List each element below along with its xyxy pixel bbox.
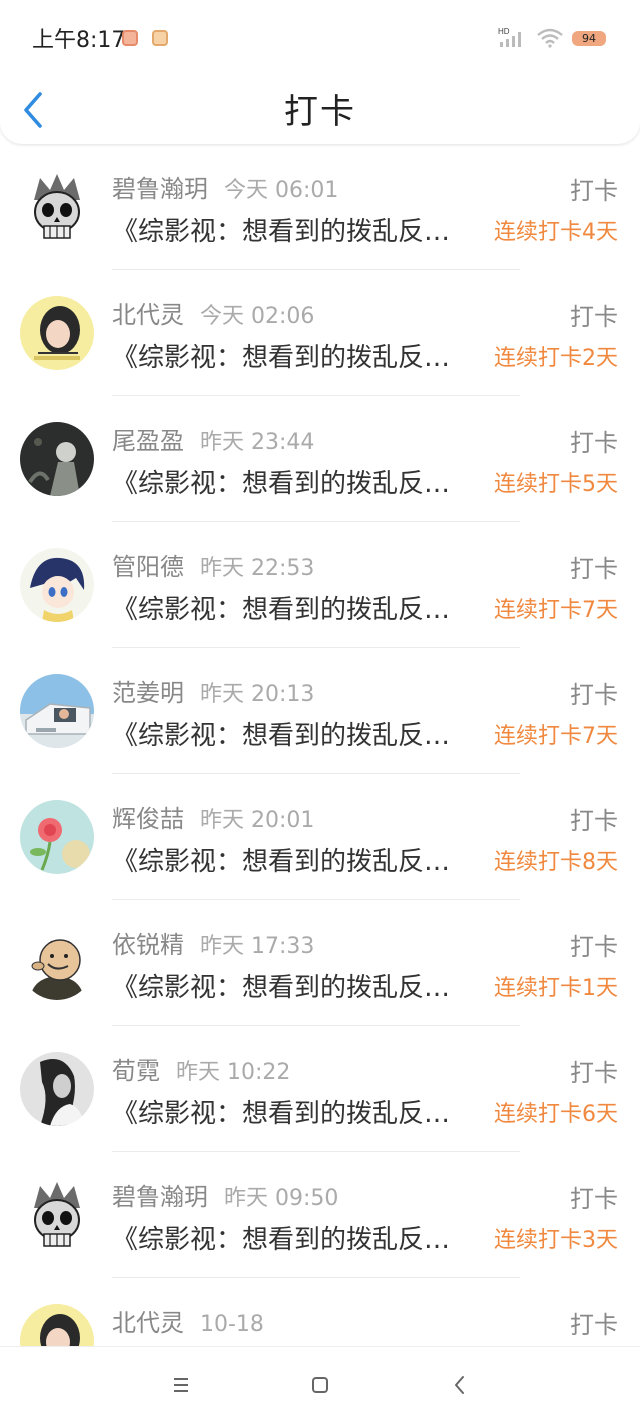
entry-user-name[interactable]: 尾盈盈 昨天 23:44 [112, 421, 314, 456]
entry-tag: 打卡 [570, 177, 618, 205]
avatar[interactable] [20, 674, 94, 748]
entry-user-name[interactable]: 北代灵 10-18 [112, 1303, 264, 1338]
entry-user-name[interactable]: 荀霓 昨天 10:22 [112, 1051, 290, 1086]
avatar[interactable] [20, 1304, 94, 1346]
signal-icon: HD [498, 27, 521, 47]
entry-time: 昨天 20:01 [200, 808, 315, 833]
signal-label: HD [498, 27, 510, 36]
car-avatar-icon [20, 674, 94, 748]
home-icon [312, 1377, 328, 1393]
entry-tag: 打卡 [570, 1059, 618, 1087]
system-nav-bar [0, 1346, 640, 1422]
feed-entry[interactable]: 碧鲁瀚玥 昨天 09:50 打卡 《综影视：想看到的拨乱反正》 连续打卡3天 [0, 1152, 640, 1278]
girl-avatar-icon [20, 296, 94, 370]
status-time: 上午8:17 [32, 28, 126, 53]
wifi-icon [537, 28, 563, 48]
entry-streak: 连续打卡7天 [494, 598, 618, 623]
entry-content: 《综影视：想看到的拨乱反正》 [112, 847, 474, 877]
feed-entry[interactable]: 荀霓 昨天 10:22 打卡 《综影视：想看到的拨乱反正》 连续打卡6天 [0, 1026, 640, 1152]
entry-user-name[interactable]: 碧鲁瀚玥 昨天 09:50 [112, 1177, 338, 1212]
entry-tag: 打卡 [570, 429, 618, 457]
entry-content: 《综影视：想看到的拨乱反正》 [112, 1225, 474, 1255]
entry-user-name[interactable]: 辉俊喆 昨天 20:01 [112, 799, 314, 834]
entry-time: 今天 02:06 [200, 304, 315, 329]
entry-content: 《综影视：想看到的拨乱反正》 [112, 595, 474, 625]
home-button[interactable] [302, 1369, 338, 1401]
status-bar: 上午8:17 HD 94 [0, 0, 640, 76]
entry-user-name[interactable]: 管阳德 昨天 22:53 [112, 547, 314, 582]
entry-user-name[interactable]: 北代灵 今天 02:06 [112, 295, 314, 330]
avatar[interactable] [20, 800, 94, 874]
entry-tag: 打卡 [570, 681, 618, 709]
battery-icon: 94 [572, 31, 606, 46]
entry-tag: 打卡 [570, 807, 618, 835]
skull-avatar-icon [20, 170, 94, 244]
entry-content: 《综影视：想看到的拨乱反正》 [112, 973, 474, 1003]
feed-entry[interactable]: 尾盈盈 昨天 23:44 打卡 《综影视：想看到的拨乱反正》 连续打卡5天 [0, 396, 640, 522]
entry-tag: 打卡 [570, 933, 618, 961]
entry-tag: 打卡 [570, 303, 618, 331]
entry-time: 昨天 09:50 [224, 1186, 339, 1211]
entry-user-name[interactable]: 依锐精 昨天 17:33 [112, 925, 314, 960]
entry-streak: 连续打卡4天 [494, 220, 618, 245]
entry-content: 《综影视：想看到的拨乱反正》 [112, 343, 474, 373]
entry-streak: 连续打卡7天 [494, 724, 618, 749]
skull-avatar-icon [20, 1178, 94, 1252]
anime-avatar-icon [20, 548, 94, 622]
entry-time: 昨天 23:44 [200, 430, 315, 455]
entry-tag: 打卡 [570, 1185, 618, 1213]
entry-time: 昨天 22:53 [200, 556, 315, 581]
entry-user-name[interactable]: 碧鲁瀚玥 今天 06:01 [112, 169, 338, 204]
avatar[interactable] [20, 422, 94, 496]
entry-time: 今天 06:01 [224, 178, 339, 203]
page-title: 打卡 [284, 92, 356, 132]
entry-streak: 连续打卡3天 [494, 1228, 618, 1253]
nav-bar: 打卡 [0, 76, 640, 144]
feed-entry[interactable]: 范姜明 昨天 20:13 打卡 《综影视：想看到的拨乱反正》 连续打卡7天 [0, 648, 640, 774]
entry-time: 昨天 17:33 [200, 934, 315, 959]
avatar[interactable] [20, 170, 94, 244]
top-bar: 上午8:17 HD 94 打卡 [0, 0, 640, 144]
entry-time: 昨天 20:13 [200, 682, 315, 707]
feed-entry[interactable]: 辉俊喆 昨天 20:01 打卡 《综影视：想看到的拨乱反正》 连续打卡8天 [0, 774, 640, 900]
avatar[interactable] [20, 548, 94, 622]
menu-button[interactable] [163, 1369, 199, 1401]
feed-entry[interactable]: 北代灵 10-18 打卡 [0, 1278, 640, 1346]
entry-content: 《综影视：想看到的拨乱反正》 [112, 721, 474, 751]
back-icon [455, 1376, 464, 1394]
entry-streak: 连续打卡2天 [494, 346, 618, 371]
girl-avatar-icon [20, 1304, 94, 1346]
entry-time: 10-18 [200, 1312, 264, 1337]
feed-entry[interactable]: 碧鲁瀚玥 今天 06:01 打卡 《综影视：想看到的拨乱反正》 连续打卡4天 [0, 144, 640, 270]
flower-avatar-icon [20, 800, 94, 874]
entry-user-name[interactable]: 范姜明 昨天 20:13 [112, 673, 314, 708]
entry-content: 《综影视：想看到的拨乱反正》 [112, 1099, 474, 1129]
avatar[interactable] [20, 1052, 94, 1126]
entry-content: 《综影视：想看到的拨乱反正》 [112, 217, 474, 247]
cartoon-man-avatar-icon [20, 926, 94, 1000]
feed-entry[interactable]: 管阳德 昨天 22:53 打卡 《综影视：想看到的拨乱反正》 连续打卡7天 [0, 522, 640, 648]
menu-icon [174, 1378, 188, 1392]
dark-art-avatar-icon [20, 422, 94, 496]
entry-streak: 连续打卡6天 [494, 1102, 618, 1127]
entry-time: 昨天 10:22 [176, 1060, 291, 1085]
feed-entry[interactable]: 依锐精 昨天 17:33 打卡 《综影视：想看到的拨乱反正》 连续打卡1天 [0, 900, 640, 1026]
bw-girl-avatar-icon [20, 1052, 94, 1126]
avatar[interactable] [20, 296, 94, 370]
entry-tag: 打卡 [570, 555, 618, 583]
app-notification-icon [152, 30, 168, 46]
avatar[interactable] [20, 926, 94, 1000]
feed-entry[interactable]: 北代灵 今天 02:06 打卡 《综影视：想看到的拨乱反正》 连续打卡2天 [0, 270, 640, 396]
entry-tag: 打卡 [570, 1311, 618, 1339]
entry-streak: 连续打卡5天 [494, 472, 618, 497]
entry-content: 《综影视：想看到的拨乱反正》 [112, 469, 474, 499]
checkin-feed: 碧鲁瀚玥 今天 06:01 打卡 《综影视：想看到的拨乱反正》 连续打卡4天 北代… [0, 144, 640, 1346]
app-notification-icon [122, 30, 138, 46]
avatar[interactable] [20, 1178, 94, 1252]
entry-streak: 连续打卡8天 [494, 850, 618, 875]
system-back-button[interactable] [442, 1369, 478, 1401]
entry-streak: 连续打卡1天 [494, 976, 618, 1001]
